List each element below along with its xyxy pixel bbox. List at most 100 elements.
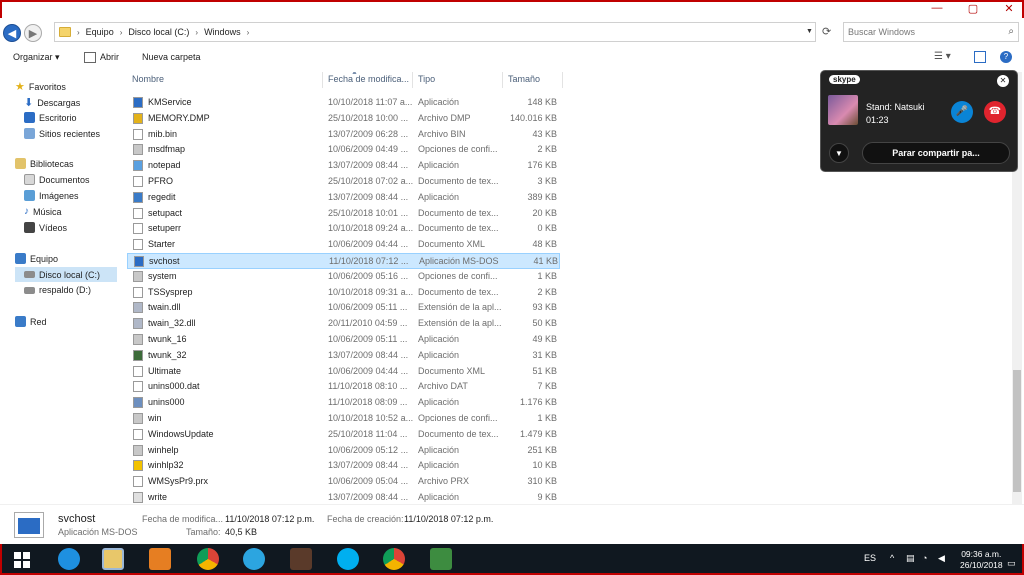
internet-explorer-icon[interactable] (58, 548, 80, 570)
scrollbar-thumb[interactable] (1013, 370, 1021, 492)
nav-backup-drive[interactable]: respaldo (D:) (24, 285, 91, 295)
column-header-date[interactable]: Fecha de modifica... (323, 72, 413, 88)
nav-computer[interactable]: Equipo (15, 253, 58, 264)
language-indicator[interactable]: ES (864, 553, 876, 563)
nav-desktop[interactable]: Escritorio (24, 112, 77, 123)
star-icon: ★ (15, 81, 25, 93)
media-player-icon[interactable] (149, 548, 171, 570)
videos-icon (24, 222, 35, 233)
organize-button[interactable]: Organizar ▾ (13, 52, 60, 63)
file-type: Documento de tex... (418, 223, 499, 234)
chrome-icon[interactable] (383, 548, 405, 570)
details-modified-label: Fecha de modifica... (142, 514, 224, 524)
file-row[interactable]: unins000 11/10/2018 08:09 ... Aplicación 1.… (127, 395, 560, 411)
file-row[interactable]: KMService 10/10/2018 11:07 a... Aplicación… (127, 95, 560, 111)
skype-icon[interactable] (337, 548, 359, 570)
file-date: 10/10/2018 11:07 a... (328, 97, 413, 107)
breadcrumb-local-disk[interactable]: Disco local (C:) (128, 27, 189, 37)
file-row[interactable]: Starter 10/06/2009 04:44 ... Documento XML… (127, 237, 560, 253)
minimize-icon[interactable]: — (928, 2, 946, 15)
file-name: twunk_32 (148, 349, 187, 360)
address-bar[interactable]: › Equipo › Disco local (C:) › Windows › (54, 22, 816, 42)
back-button[interactable]: ◀ (3, 24, 21, 42)
chevron-right-icon[interactable]: › (195, 28, 198, 37)
wifi-icon[interactable]: ◔ (922, 553, 927, 563)
file-row[interactable]: winhelp 10/06/2009 05:12 ... Aplicación 251… (127, 443, 560, 459)
column-header-size[interactable]: Tamaño (503, 72, 563, 88)
clock[interactable]: 09:36 a.m. 26/10/2018 (960, 549, 1003, 571)
nav-images[interactable]: Imágenes (24, 190, 79, 201)
file-name: write (148, 492, 168, 502)
file-row[interactable]: write 13/07/2009 08:44 ... Aplicación 9 KB (127, 490, 560, 504)
file-explorer-icon[interactable] (102, 548, 124, 570)
task-manager-icon[interactable] (430, 548, 452, 570)
file-row[interactable]: WMSysPr9.prx 10/06/2009 05:04 ... Archivo … (127, 474, 560, 490)
file-row[interactable]: notepad 13/07/2009 08:44 ... Aplicación 176… (127, 158, 560, 174)
notifications-icon[interactable]: ▭ (1007, 558, 1016, 569)
nav-recent[interactable]: Sitios recientes (24, 128, 100, 139)
nav-network[interactable]: Red (15, 316, 47, 327)
chevron-down-icon[interactable]: ▼ (829, 143, 849, 163)
search-input[interactable]: Buscar Windows ⌕ (843, 22, 1019, 42)
forward-button[interactable]: ▶ (24, 24, 42, 42)
breadcrumb-equipo[interactable]: Equipo (86, 27, 114, 37)
nav-downloads[interactable]: ⬇ Descargas (24, 96, 80, 109)
file-row[interactable]: twain_32.dll 20/11/2010 04:59 ... Extensió… (127, 316, 560, 332)
file-row[interactable]: setupact 25/10/2018 10:01 ... Documento de… (127, 206, 560, 222)
file-row[interactable]: regedit 13/07/2009 08:44 ... Aplicación 389… (127, 190, 560, 206)
file-row[interactable]: twunk_32 13/07/2009 08:44 ... Aplicación 31… (127, 348, 560, 364)
stop-sharing-button[interactable]: Parar compartir pa... (862, 142, 1010, 164)
nav-documents[interactable]: Documentos (24, 174, 90, 185)
maximize-icon[interactable]: ▢ (964, 2, 982, 15)
file-row[interactable]: MEMORY.DMP 25/10/2018 10:00 ... Archivo DM… (127, 111, 560, 127)
column-header-type[interactable]: Tipo (413, 72, 503, 88)
file-row[interactable]: WindowsUpdate 25/10/2018 11:04 ... Documen… (127, 427, 560, 443)
close-icon[interactable]: ✕ (1000, 2, 1018, 15)
file-row[interactable]: system 10/06/2009 05:16 ... Opciones de co… (127, 269, 560, 285)
refresh-icon[interactable]: ⟳ (822, 25, 831, 38)
network-icon[interactable]: ▤ (906, 553, 915, 564)
file-row[interactable]: svchost 11/10/2018 07:12 ... Aplicación MS… (127, 253, 560, 269)
file-row[interactable]: twunk_16 10/06/2009 05:11 ... Aplicación 49… (127, 332, 560, 348)
chevron-right-icon[interactable]: › (247, 28, 250, 37)
file-row[interactable]: TSSysprep 10/10/2018 09:31 a... Documento … (127, 285, 560, 301)
address-dropdown-icon[interactable]: ▼ (806, 28, 813, 35)
search-icon[interactable]: ⌕ (1008, 26, 1014, 37)
file-row[interactable]: twain.dll 10/06/2009 05:11 ... Extensión d… (127, 300, 560, 316)
nav-libraries-label: Bibliotecas (30, 158, 74, 169)
start-button[interactable] (14, 552, 30, 568)
game-icon[interactable] (290, 548, 312, 570)
new-folder-button[interactable]: Nueva carpeta (142, 52, 201, 62)
nav-favorites[interactable]: ★ Favoritos (15, 80, 66, 93)
preview-pane-icon[interactable] (974, 51, 986, 63)
help-icon[interactable]: ? (1000, 51, 1012, 63)
nav-videos[interactable]: Vídeos (24, 222, 67, 233)
hang-up-icon[interactable]: ☎ (984, 101, 1006, 123)
tray-overflow-icon[interactable]: ^ (890, 553, 894, 563)
volume-icon[interactable]: ◀ (938, 553, 945, 564)
file-row[interactable]: mib.bin 13/07/2009 06:28 ... Archivo BIN 43… (127, 127, 560, 143)
file-row[interactable]: setuperr 10/10/2018 09:24 a... Documento d… (127, 221, 560, 237)
column-header-name[interactable]: Nombre (127, 72, 323, 88)
chevron-right-icon[interactable]: › (120, 28, 123, 37)
file-row[interactable]: winhlp32 13/07/2009 08:44 ... Aplicación 10… (127, 458, 560, 474)
file-row[interactable]: unins000.dat 11/10/2018 08:10 ... Archivo … (127, 379, 560, 395)
nav-local-disk[interactable]: Disco local (C:) (15, 267, 117, 282)
file-row[interactable]: Ultimate 10/06/2009 04:44 ... Documento XM… (127, 364, 560, 380)
nav-libraries[interactable]: Bibliotecas (15, 158, 74, 169)
file-row[interactable]: PFRO 25/10/2018 07:02 a... Documento de te… (127, 174, 560, 190)
open-button[interactable]: Abrir (100, 52, 119, 62)
file-row[interactable]: win 10/10/2018 10:52 a... Opciones de conf… (127, 411, 560, 427)
call-duration: 01:23 (866, 115, 889, 125)
file-row[interactable]: msdfmap 10/06/2009 04:49 ... Opciones de c… (127, 142, 560, 158)
breadcrumb-windows[interactable]: Windows (204, 27, 241, 37)
chrome-icon[interactable] (197, 548, 219, 570)
drive-icon (24, 286, 35, 294)
microphone-icon[interactable]: 🎤 (951, 101, 973, 123)
details-created-value: 11/10/2018 07:12 p.m. (404, 514, 494, 524)
telegram-icon[interactable] (243, 548, 265, 570)
nav-music[interactable]: ♪ Música (24, 206, 62, 217)
close-icon[interactable]: ✕ (997, 75, 1009, 87)
view-options-icon[interactable]: ☰ ▾ (934, 51, 951, 62)
call-contact: Stand: Natsuki (866, 102, 925, 112)
